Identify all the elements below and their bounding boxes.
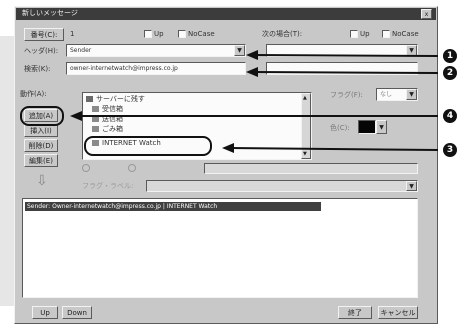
callout-4: 4 bbox=[443, 109, 457, 123]
callout-arrow-2 bbox=[251, 71, 439, 74]
callout-1: 1 bbox=[443, 49, 457, 63]
arrowhead-icon bbox=[222, 143, 234, 153]
callout-3: 3 bbox=[443, 143, 457, 157]
arrowhead-icon bbox=[246, 67, 258, 77]
callout-arrows bbox=[70, 50, 439, 153]
callout-arrow-3 bbox=[227, 147, 439, 151]
arrowhead-icon bbox=[70, 111, 82, 121]
callout-2: 2 bbox=[443, 66, 457, 80]
arrowhead-icon bbox=[246, 50, 258, 60]
callout-arrow-1 bbox=[251, 54, 439, 57]
